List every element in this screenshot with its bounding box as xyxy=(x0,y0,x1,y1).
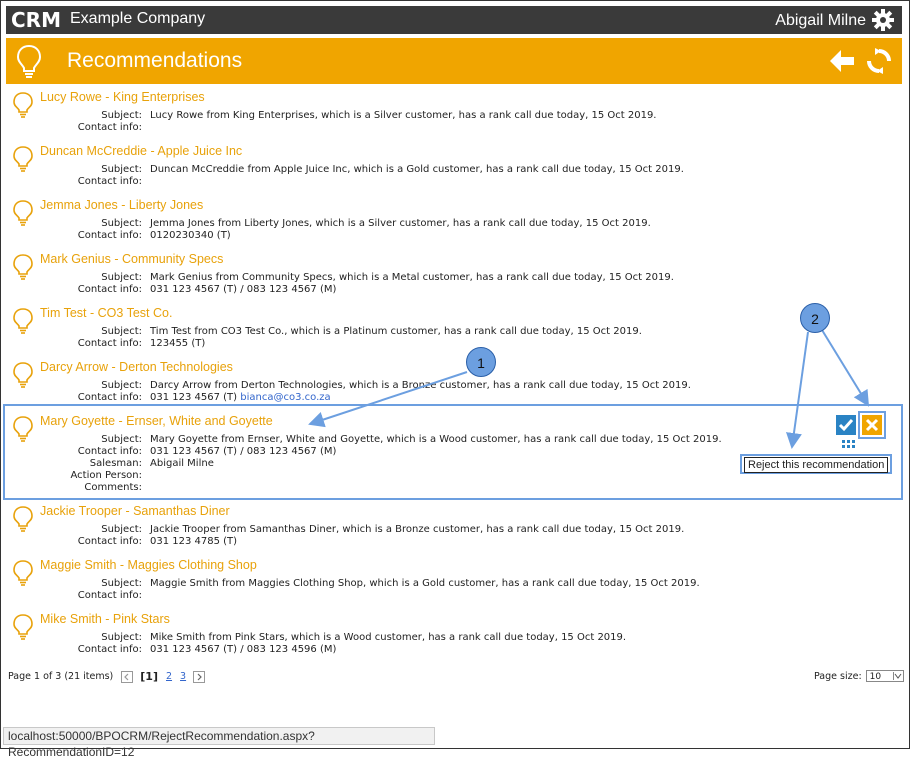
chevron-down-icon xyxy=(892,672,902,680)
annotation-arrows xyxy=(308,329,870,449)
callout-1: 1 xyxy=(466,347,496,377)
page-size-label: Page size: xyxy=(814,670,862,682)
callout-2: 2 xyxy=(800,303,830,333)
pager-summary: Page 1 of 3 (21 items) xyxy=(8,671,114,682)
page-2-link[interactable]: 2 xyxy=(166,671,172,682)
page-size-control: Page size: 10 xyxy=(814,670,904,682)
chevron-left-icon xyxy=(124,673,129,680)
next-page-button[interactable] xyxy=(193,670,206,683)
browser-status-bar: localhost:50000/BPOCRM/RejectRecommendat… xyxy=(3,727,435,759)
page-1: [1] xyxy=(140,670,158,683)
page-size-select[interactable]: 10 xyxy=(865,670,904,682)
callout-1-arrow xyxy=(308,371,468,428)
callout-2-arrow-reject xyxy=(821,329,870,407)
prev-page-button[interactable] xyxy=(121,670,134,683)
pager: Page 1 of 3 (21 items) [1] 2 3 xyxy=(8,670,208,683)
chevron-right-icon xyxy=(197,673,202,680)
callout-2-arrow-tooltip xyxy=(786,331,809,449)
page-size-value: 10 xyxy=(869,672,882,682)
status-url: localhost:50000/BPOCRM/RejectRecommendat… xyxy=(8,729,315,759)
page-3-link[interactable]: 3 xyxy=(180,671,186,682)
